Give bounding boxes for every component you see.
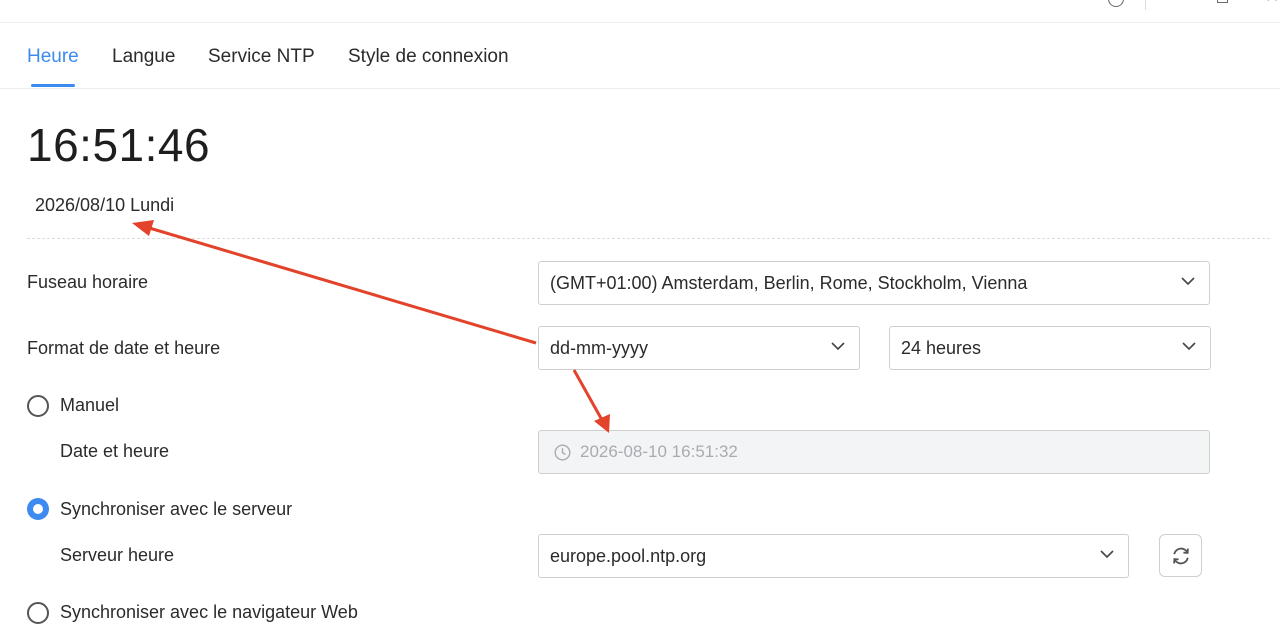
timezone-value: (GMT+01:00) Amsterdam, Berlin, Rome, Sto… xyxy=(550,273,1028,293)
time-server-value: europe.pool.ntp.org xyxy=(550,546,707,566)
chevron-down-icon xyxy=(1100,550,1114,559)
tab-style-de-connexion[interactable]: Style de connexion xyxy=(348,46,509,68)
tab-heure[interactable]: Heure xyxy=(27,46,79,68)
arrow-line-to-date xyxy=(145,225,537,345)
tab-langue[interactable]: Langue xyxy=(112,46,175,68)
refresh-button[interactable] xyxy=(1159,534,1202,577)
date-format-select[interactable]: dd-mm-yyyy xyxy=(538,326,860,370)
date-format-value: dd-mm-yyyy xyxy=(550,338,648,358)
current-date: 2026/08/10 Lundi xyxy=(35,195,175,215)
sync-server-label: Synchroniser avec le serveur xyxy=(60,499,293,519)
manual-label: Manuel xyxy=(60,395,120,415)
timezone-select[interactable]: (GMT+01:00) Amsterdam, Berlin, Rome, Sto… xyxy=(538,261,1210,305)
sync-browser-label: Synchroniser avec le navigateur Web xyxy=(60,602,358,622)
hour-format-value: 24 heures xyxy=(901,338,982,358)
arrow-line-to-datetime xyxy=(572,369,604,421)
clock-icon xyxy=(554,444,571,461)
close-icon[interactable]: ✕ xyxy=(1265,0,1279,5)
tab-service-ntp[interactable]: Service NTP xyxy=(208,46,315,68)
sync-browser-radio[interactable] xyxy=(27,602,49,624)
refresh-icon xyxy=(1173,547,1189,565)
chevron-down-icon xyxy=(1181,277,1195,286)
format-label: Format de date et heure xyxy=(27,338,221,358)
datetime-label: Date et heure xyxy=(60,441,170,461)
settings-tabs: Heure Langue Service NTP Style de connex… xyxy=(0,22,1280,89)
time-server-select[interactable]: europe.pool.ntp.org xyxy=(538,534,1129,578)
datetime-input[interactable]: 2026-08-10 16:51:32 xyxy=(538,430,1210,474)
active-tab-indicator xyxy=(31,84,75,87)
section-divider xyxy=(27,238,1270,239)
hour-format-select[interactable]: 24 heures xyxy=(889,326,1211,370)
help-icon[interactable] xyxy=(1108,0,1124,7)
manual-radio[interactable] xyxy=(27,395,49,417)
time-server-label: Serveur heure xyxy=(60,545,175,565)
arrow-head-to-date xyxy=(132,220,154,236)
window-title-bar: ✕ xyxy=(0,0,1280,23)
timezone-label: Fuseau horaire xyxy=(27,272,149,292)
chevron-down-icon xyxy=(831,342,845,351)
current-time: 16:51:46 xyxy=(27,119,211,171)
sync-server-radio[interactable] xyxy=(27,498,49,520)
chevron-down-icon xyxy=(1182,342,1196,351)
datetime-value: 2026-08-10 16:51:32 xyxy=(580,442,738,461)
maximize-icon[interactable] xyxy=(1217,0,1228,3)
title-bar-separator xyxy=(1145,0,1146,10)
